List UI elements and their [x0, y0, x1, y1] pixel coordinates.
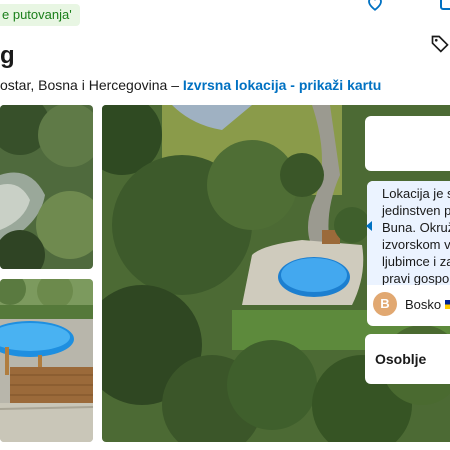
avatar: B [373, 292, 397, 316]
previous-review-arrow-icon[interactable] [366, 221, 372, 231]
show-map-link[interactable]: Izvrsna lokacija - prikaži kartu [183, 77, 381, 93]
gallery-photo-pool[interactable] [0, 279, 93, 442]
property-address: ostar, Bosna i Hercegovina – Izvrsna lok… [0, 77, 381, 93]
review-text-line: izvorskom v [382, 237, 450, 252]
address-text: ostar, Bosna i Hercegovina – [0, 77, 179, 93]
reviewer-name-text: Bosko [405, 296, 442, 312]
review-text-line: jedinstven p [382, 203, 450, 218]
staff-rating-card: Osoblje [365, 334, 450, 384]
review-text-line: Lokacija je s [382, 186, 450, 201]
guest-review-card[interactable]: Lokacija je s jedinstven p Buna. Okruž i… [366, 181, 450, 326]
rating-card [365, 116, 450, 171]
deal-badge: e putovanja' [0, 4, 80, 26]
gallery-photo-river[interactable] [0, 105, 93, 269]
review-bubble: Lokacija je s jedinstven p Buna. Okruž i… [367, 181, 450, 285]
reviewer-name: Bosko [405, 297, 450, 312]
staff-label: Osoblje [375, 351, 427, 367]
review-text-line: ljubimce i za [382, 254, 450, 269]
flag-icon [444, 299, 450, 309]
review-text-line: Buna. Okruž [382, 220, 450, 235]
review-text-line: pravi gospo [382, 271, 450, 285]
price-tag-icon[interactable] [430, 34, 450, 54]
share-icon[interactable] [440, 0, 450, 10]
heart-icon[interactable] [366, 0, 384, 12]
property-title: g [0, 42, 15, 69]
reviewer: B Bosko [373, 292, 450, 316]
